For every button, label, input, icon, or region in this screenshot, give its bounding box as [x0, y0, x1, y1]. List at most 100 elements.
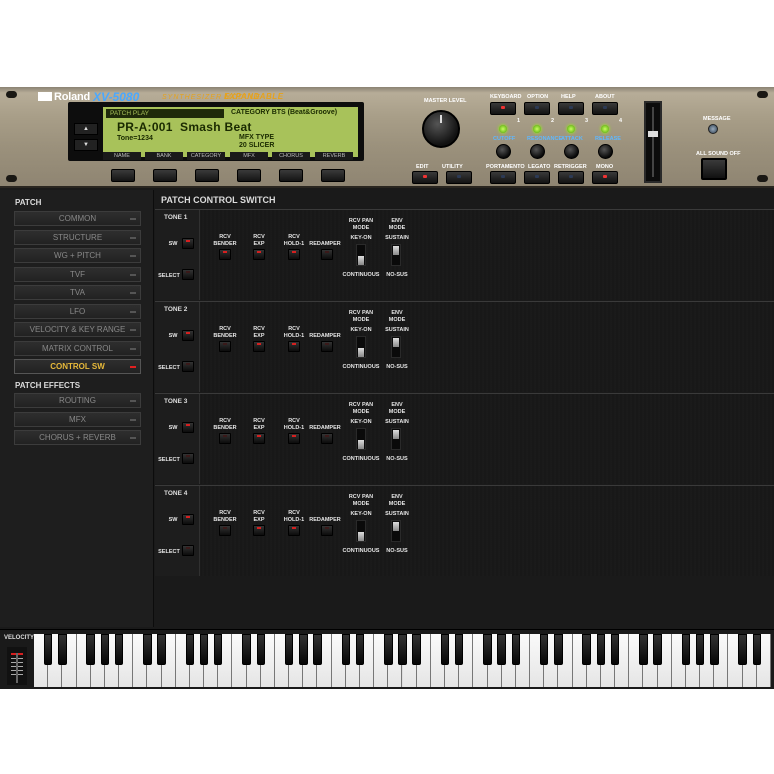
black-key[interactable]: [256, 634, 266, 665]
black-key[interactable]: [695, 634, 705, 665]
black-key[interactable]: [143, 634, 152, 665]
release-knob[interactable]: [598, 144, 613, 159]
black-key[interactable]: [639, 634, 648, 665]
black-key[interactable]: [454, 634, 464, 665]
rcv-bender-switch[interactable]: [219, 341, 231, 352]
rcv-bender-switch[interactable]: [219, 433, 231, 444]
black-key[interactable]: [554, 634, 563, 665]
rcv-exp-switch[interactable]: [253, 525, 265, 536]
level-fader-handle[interactable]: [648, 131, 658, 137]
tone-sw-button[interactable]: [182, 422, 194, 433]
black-key[interactable]: [114, 634, 124, 665]
black-key[interactable]: [299, 634, 308, 665]
rcv-exp-switch[interactable]: [253, 433, 265, 444]
rcv-bender-switch[interactable]: [219, 525, 231, 536]
redamper-switch[interactable]: [321, 341, 333, 352]
help-button[interactable]: [558, 102, 584, 115]
black-key[interactable]: [497, 634, 506, 665]
sidebar-item-chorus-reverb[interactable]: CHORUS + REVERB: [14, 430, 141, 445]
function-button-chorus[interactable]: [279, 169, 303, 182]
env-mode-toggle[interactable]: [391, 520, 401, 542]
black-key[interactable]: [355, 634, 365, 665]
tone-sw-button[interactable]: [182, 514, 194, 525]
redamper-switch[interactable]: [321, 525, 333, 536]
function-button-category[interactable]: [195, 169, 219, 182]
keyboard-button[interactable]: [490, 102, 516, 115]
portamento-button[interactable]: [490, 171, 516, 184]
rcv-bender-switch[interactable]: [219, 249, 231, 260]
sidebar-item-tva[interactable]: TVA: [14, 285, 141, 300]
sidebar-item-control-sw[interactable]: CONTROL SW: [14, 359, 141, 374]
sidebar-item-common[interactable]: COMMON: [14, 211, 141, 226]
function-button-reverb[interactable]: [321, 169, 345, 182]
tone-select-button[interactable]: [182, 269, 194, 280]
env-mode-toggle[interactable]: [391, 244, 401, 266]
rcv-hold-switch[interactable]: [288, 433, 300, 444]
black-key[interactable]: [610, 634, 620, 665]
piano-keyboard[interactable]: [34, 634, 771, 687]
rcv-hold-switch[interactable]: [288, 249, 300, 260]
rcv-exp-switch[interactable]: [253, 249, 265, 260]
function-button-mfx[interactable]: [237, 169, 261, 182]
option-button[interactable]: [524, 102, 550, 115]
master-level-knob[interactable]: [422, 110, 460, 148]
black-key[interactable]: [596, 634, 606, 665]
sidebar-item-lfo[interactable]: LFO: [14, 303, 141, 319]
tone-on-led-icon[interactable]: [601, 125, 609, 133]
black-key[interactable]: [58, 634, 67, 665]
tone-on-led-icon[interactable]: [533, 125, 541, 133]
all-sound-off-button[interactable]: [701, 158, 727, 180]
env-mode-toggle[interactable]: [391, 336, 401, 358]
pan-mode-toggle[interactable]: [356, 520, 366, 542]
attack-knob[interactable]: [564, 144, 579, 159]
black-key[interactable]: [511, 634, 521, 665]
black-key[interactable]: [412, 634, 421, 665]
black-key[interactable]: [539, 634, 549, 665]
black-key[interactable]: [284, 634, 294, 665]
tone-on-led-icon[interactable]: [567, 125, 575, 133]
black-key[interactable]: [653, 634, 662, 665]
tone-select-button[interactable]: [182, 453, 194, 464]
black-key[interactable]: [157, 634, 166, 665]
sidebar-item-velocity-key-range[interactable]: VELOCITY & KEY RANGE: [14, 322, 141, 337]
black-key[interactable]: [100, 634, 110, 665]
function-button-bank[interactable]: [153, 169, 177, 182]
black-key[interactable]: [242, 634, 251, 665]
rcv-exp-switch[interactable]: [253, 341, 265, 352]
redamper-switch[interactable]: [321, 249, 333, 260]
retrigger-button[interactable]: [558, 171, 584, 184]
env-mode-toggle[interactable]: [391, 428, 401, 450]
pan-mode-toggle[interactable]: [356, 244, 366, 266]
tone-sw-button[interactable]: [182, 330, 194, 341]
tone-select-button[interactable]: [182, 361, 194, 372]
black-key[interactable]: [681, 634, 691, 665]
utility-button[interactable]: [446, 171, 472, 184]
tone-sw-button[interactable]: [182, 238, 194, 249]
legato-button[interactable]: [524, 171, 550, 184]
function-button-name[interactable]: [111, 169, 135, 182]
rcv-hold-switch[interactable]: [288, 525, 300, 536]
black-key[interactable]: [582, 634, 591, 665]
sidebar-item-matrix-control[interactable]: MATRIX CONTROL: [14, 340, 141, 356]
redamper-switch[interactable]: [321, 433, 333, 444]
black-key[interactable]: [398, 634, 407, 665]
black-key[interactable]: [752, 634, 762, 665]
black-key[interactable]: [199, 634, 209, 665]
edit-button[interactable]: [412, 171, 438, 184]
black-key[interactable]: [738, 634, 747, 665]
black-key[interactable]: [213, 634, 223, 665]
pan-mode-toggle[interactable]: [356, 428, 366, 450]
mono-button[interactable]: [592, 171, 618, 184]
black-key[interactable]: [313, 634, 322, 665]
sidebar-item-structure[interactable]: STRUCTURE: [14, 229, 141, 245]
black-key[interactable]: [341, 634, 351, 665]
black-key[interactable]: [86, 634, 95, 665]
tone-select-button[interactable]: [182, 545, 194, 556]
about-button[interactable]: [592, 102, 618, 115]
black-key[interactable]: [384, 634, 393, 665]
black-key[interactable]: [440, 634, 450, 665]
black-key[interactable]: [710, 634, 719, 665]
level-meter[interactable]: [644, 101, 662, 183]
sidebar-item-mfx[interactable]: MFX: [14, 411, 141, 427]
rcv-hold-switch[interactable]: [288, 341, 300, 352]
